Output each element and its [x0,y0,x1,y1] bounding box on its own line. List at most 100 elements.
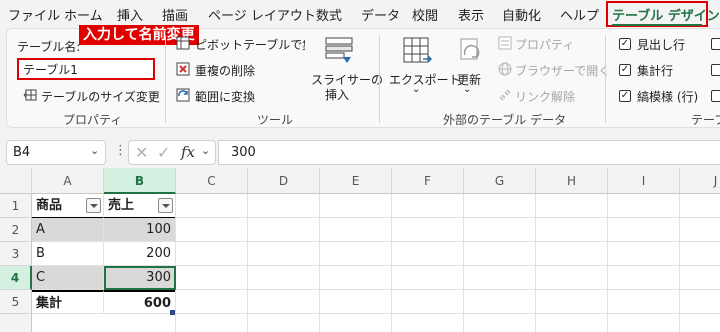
table-cell-sales[interactable]: 100 [104,218,176,242]
column-header-c[interactable]: C [176,168,248,194]
table-cell-product[interactable]: B [32,242,104,266]
first-column-checkbox[interactable] [711,38,720,50]
column-header-j[interactable]: J [680,168,720,194]
confirm-icon[interactable]: ✓ [157,143,170,162]
gridline [463,194,464,332]
total-row-checkbox[interactable]: ✓ [619,64,631,76]
worksheet-grid: A B C D E F G H I J 1 2 3 4 5 商品 売上 A 10… [0,168,720,332]
more-options-icon[interactable]: ⋮ [114,143,127,158]
tab-formulas[interactable]: 数式 [316,5,342,24]
gridline [247,194,248,332]
tab-page-layout[interactable]: ページ レイアウト [208,5,316,24]
pivot-table-icon [176,36,190,50]
column-header-g[interactable]: G [464,168,536,194]
row-header-1[interactable]: 1 [0,194,32,218]
formula-bar: ⌄ ⋮ ✕ ✓ fx ⌄ 300 [0,136,720,168]
table-cell-product[interactable]: C [32,266,104,290]
resize-table-icon [23,89,37,101]
table-cell-sales[interactable]: 200 [104,242,176,266]
gridline [679,194,680,332]
tools-group-label: ツール [257,113,294,127]
row-header-4[interactable]: 4 [0,266,32,290]
remove-duplicates-icon [176,62,190,76]
export-button[interactable]: エクスポート [389,71,461,88]
browser-icon [498,62,512,76]
header-row-checkbox[interactable]: ✓ [619,38,631,50]
banded-columns-checkbox[interactable] [711,90,720,102]
cancel-icon[interactable]: ✕ [135,143,148,162]
tab-insert[interactable]: 挿入 [117,5,143,24]
external-properties-button[interactable]: プロパティ [515,36,574,53]
column-header-a[interactable]: A [32,168,104,194]
convert-to-range-button[interactable]: 範囲に変換 [195,88,255,105]
table-name-input[interactable] [17,58,155,80]
unlink-button[interactable]: リンク解除 [515,88,575,105]
tab-review[interactable]: 校閲 [412,5,438,24]
table-header-product: 商品 [36,198,63,213]
tab-help[interactable]: ヘルプ [560,5,599,24]
row-header-3[interactable]: 3 [0,242,32,266]
column-header-d[interactable]: D [248,168,320,194]
slicer-label-line2[interactable]: 挿入 [325,86,349,103]
gridline [176,313,720,314]
name-box-dropdown-icon[interactable]: ⌄ [90,144,99,157]
gridline [175,194,176,332]
gridline [176,241,720,242]
export-icon [403,37,433,63]
pivot-summarize-label: ピボットテーブルで集計 [195,38,305,52]
table-header-cell[interactable]: 売上 [104,194,176,218]
remove-duplicates-button[interactable]: 重複の削除 [195,62,255,79]
menu-bar: ファイル ホーム 挿入 描画 ページ レイアウト 数式 データ 校閲 表示 自動… [0,0,720,28]
tab-draw[interactable]: 描画 [162,5,188,24]
formula-input[interactable]: 300 [218,140,720,165]
pivot-summarize-button[interactable]: ピボットテーブルで集計 [175,35,305,53]
group-separator [165,35,166,123]
selected-cell-b4[interactable]: 300 [104,266,176,290]
column-header-i[interactable]: I [608,168,680,194]
row-header-2[interactable]: 2 [0,218,32,242]
banded-rows-label: 縞模様 (行) [637,90,699,104]
column-header-e[interactable]: E [320,168,392,194]
style-options-group-label: テーブ [691,113,720,127]
row-header-filler [0,314,32,332]
insert-function-icon[interactable]: fx [181,143,195,161]
header-row-label: 見出し行 [637,38,686,52]
tab-home[interactable]: ホーム [64,5,103,24]
row-header-5[interactable]: 5 [0,290,32,314]
table-cell-product[interactable]: A [32,218,104,242]
column-header-h[interactable]: H [536,168,608,194]
table-name-label: テーブル名: [17,40,81,54]
total-row-value-cell[interactable]: 600 [104,290,176,314]
total-row-label-cell[interactable]: 集計 [32,290,104,314]
tab-view[interactable]: 表示 [458,5,484,24]
gridline [319,194,320,332]
formula-buttons: ✕ ✓ fx ⌄ [128,140,216,165]
gridline [176,265,720,266]
filter-dropdown-icon[interactable] [158,198,173,213]
table-header-sales: 売上 [108,198,135,213]
select-all-corner[interactable] [0,168,32,194]
group-separator [605,35,606,123]
tab-automate[interactable]: 自動化 [502,5,541,24]
gridline [176,289,720,290]
column-header-b[interactable]: B [104,168,176,194]
resize-table-button[interactable]: テーブルのサイズ変更 [41,88,160,105]
filter-dropdown-icon[interactable] [86,198,101,213]
tab-data[interactable]: データ [361,5,400,24]
last-column-checkbox[interactable] [711,64,720,76]
properties-icon [498,36,512,50]
slicer-icon [325,37,353,63]
open-in-browser-button[interactable]: ブラウザーで開く [515,62,610,79]
unlink-icon [499,89,511,101]
tab-file[interactable]: ファイル [8,5,60,24]
refresh-dropdown-icon[interactable]: ⌄ [463,84,471,95]
column-header-f[interactable]: F [392,168,464,194]
export-dropdown-icon[interactable]: ⌄ [412,84,420,95]
ribbon: テーブル名: 入力して名前変更 テーブルのサイズ変更 プロパティ ピボットテーブ… [6,25,720,128]
gridline [535,194,536,332]
active-tab-underline [612,24,702,26]
table-header-cell[interactable]: 商品 [32,194,104,218]
function-dropdown-icon[interactable]: ⌄ [201,144,210,157]
gridline [391,194,392,332]
banded-rows-checkbox[interactable]: ✓ [619,90,631,102]
